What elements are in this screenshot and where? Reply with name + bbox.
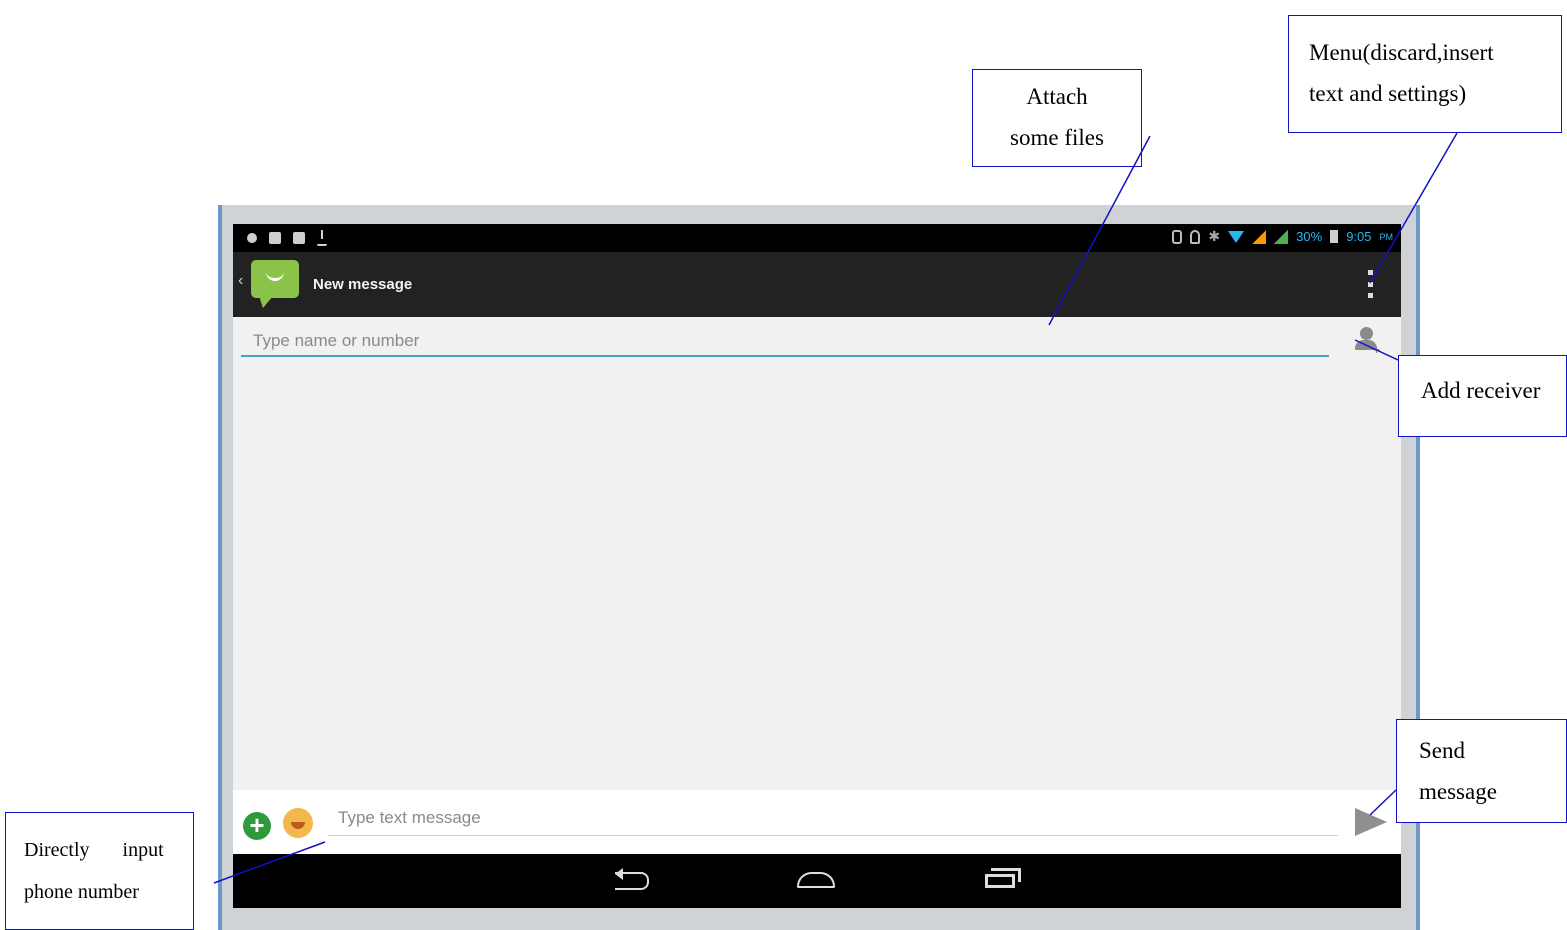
system-icons: ✱ 30% 9:05 PM (1172, 228, 1393, 245)
compose-bar: + (233, 790, 1401, 854)
callout-menu-line2: text and settings) (1309, 81, 1467, 107)
emoji-button[interactable] (283, 808, 313, 838)
callout-direct-line2: phone number (24, 881, 139, 903)
callout-send-line2: message (1419, 779, 1497, 805)
notification-icons (247, 230, 327, 246)
status-bar: ✱ 30% 9:05 PM (233, 224, 1401, 252)
person-head-icon (1360, 327, 1373, 340)
menu-dot (1367, 281, 1373, 287)
callout-direct-input: Directly input phone number (5, 812, 194, 930)
callout-send: Send message (1396, 719, 1567, 823)
add-receiver-button[interactable]: + (1353, 325, 1381, 357)
back-arrow-tip-icon (615, 868, 623, 880)
messaging-app-icon[interactable] (251, 260, 299, 308)
download-icon (317, 230, 327, 246)
send-button[interactable] (1355, 808, 1389, 838)
action-bar: ‹ New message (233, 252, 1401, 317)
callout-menu: Menu(discard,insert text and settings) (1288, 15, 1562, 133)
callout-attach-line2: some files (1010, 125, 1104, 151)
callout-add-receiver: Add receiver (1398, 355, 1567, 437)
callout-send-line1: Send (1419, 738, 1465, 763)
plus-icon: + (1373, 343, 1381, 357)
vibrate-icon (1172, 229, 1183, 244)
callout-attach: Attach some files (972, 69, 1142, 167)
bluetooth-icon: ✱ (1208, 228, 1221, 244)
signal-icon (1252, 229, 1267, 244)
nav-recents-button[interactable] (985, 868, 1025, 894)
nav-back-button[interactable] (615, 868, 655, 894)
back-chevron-icon[interactable]: ‹ (238, 272, 243, 290)
overflow-menu-button[interactable] (1365, 270, 1375, 298)
notification-dot-icon (247, 233, 257, 243)
battery-icon (1330, 230, 1339, 243)
image-icon (269, 232, 281, 244)
smile-icon (266, 270, 284, 281)
recipient-row: + (233, 317, 1401, 367)
clock-ampm: PM (1379, 231, 1394, 242)
callout-add-receiver-text: Add receiver (1421, 378, 1541, 403)
recents-icon (985, 874, 1015, 888)
messaging-screen: ✱ 30% 9:05 PM ‹ New message + + (233, 224, 1401, 908)
wifi-icon (1228, 230, 1245, 243)
menu-dot (1367, 270, 1373, 275)
battery-percent: 30% (1296, 229, 1323, 244)
headset-icon (1190, 229, 1201, 244)
nav-home-button[interactable] (797, 868, 837, 894)
clock: 9:05 (1346, 229, 1372, 244)
signal-2-icon (1274, 229, 1289, 244)
callout-attach-line1: Attach (1026, 84, 1088, 109)
callout-direct-line1: Directly input (24, 839, 164, 861)
send-icon (1355, 808, 1387, 836)
screenshot-icon (293, 232, 305, 244)
page-title: New message (313, 276, 413, 293)
home-icon (797, 872, 835, 888)
attach-button[interactable]: + (243, 812, 271, 840)
callout-menu-line1: Menu(discard,insert (1309, 40, 1494, 65)
menu-dot (1367, 293, 1373, 298)
recipient-input[interactable] (241, 327, 1329, 357)
navigation-bar (233, 854, 1401, 908)
message-input[interactable] (328, 800, 1338, 836)
